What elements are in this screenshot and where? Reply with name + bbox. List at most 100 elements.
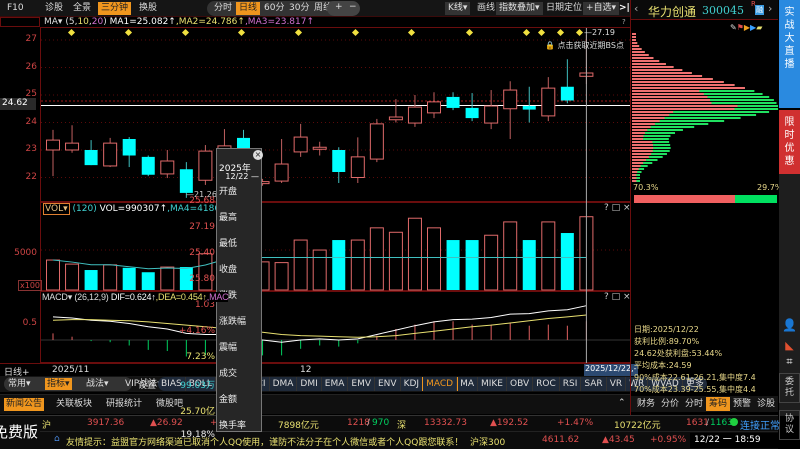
candle-body[interactable]	[503, 89, 518, 110]
right-panel-tab[interactable]: 分时	[682, 397, 706, 411]
crop-icon[interactable]: ⌗	[779, 356, 800, 367]
next-stock-button[interactable]: ›	[768, 2, 772, 15]
candle-body[interactable]	[388, 116, 403, 121]
right-panel-tab[interactable]: 预警	[730, 397, 754, 411]
candle-body[interactable]	[312, 146, 327, 150]
signal-diamond[interactable]	[465, 28, 474, 37]
chip-bar-profit	[632, 171, 638, 173]
chip-bar-profit	[632, 93, 704, 95]
index-row[interactable]: 沪 3917.36 ▲26.92 +0 7898亿元 1218/970 深 13…	[40, 416, 780, 432]
indicator-group-tab[interactable]: 指标▾	[45, 378, 72, 390]
signal-diamond[interactable]	[237, 28, 246, 37]
live-banner[interactable]: 实战大直播	[779, 0, 800, 108]
volume-bar	[46, 259, 60, 291]
candle-body[interactable]	[465, 107, 479, 119]
candle-body[interactable]	[122, 139, 136, 156]
candle-body[interactable]	[84, 150, 98, 166]
sz-amount: 10722亿元	[614, 421, 661, 431]
chip-cost-90: 90%成本22.61-26.21,集中度7.4	[634, 373, 756, 382]
chip-bar-profit	[632, 105, 738, 107]
chip-bar-profit	[632, 147, 654, 149]
candle-body[interactable]	[427, 101, 441, 114]
right-panel-tab[interactable]: 诊股	[754, 397, 778, 411]
indicator-item[interactable]: ENV	[375, 377, 401, 391]
tooltip-date: 12/22 —	[225, 172, 259, 181]
bs-hint[interactable]: 🔒 点击获取近期BS点	[545, 40, 624, 51]
indicator-item[interactable]: DMI	[297, 377, 322, 391]
macd-dif-value: DIF=0.624↑	[110, 292, 156, 302]
chip-bar-profit	[632, 150, 653, 152]
signal-diamond[interactable]	[556, 28, 565, 37]
alert-icon[interactable]: ◣	[779, 340, 800, 351]
signal-diamond[interactable]	[181, 28, 190, 37]
candle-body[interactable]	[160, 160, 175, 175]
collapse-icon[interactable]: ⌃	[618, 398, 626, 408]
kline-chart[interactable]	[0, 0, 631, 365]
close-icon[interactable]: ×	[253, 150, 263, 160]
candle-body[interactable]	[541, 87, 556, 117]
indicator-item[interactable]: DMA	[270, 377, 298, 391]
indicator-item[interactable]: EMA	[322, 377, 349, 391]
sh-name: 沪	[42, 421, 52, 431]
indicator-item[interactable]: EMV	[348, 377, 375, 391]
right-panel-tab[interactable]: 财务	[634, 397, 658, 411]
pane-controls[interactable]: ? □ ×	[604, 203, 631, 213]
candle-body[interactable]	[369, 123, 384, 160]
vol-indicator-select[interactable]: VOL▾	[43, 203, 70, 215]
news-tab[interactable]: 研报统计	[104, 398, 144, 411]
volume-bar	[141, 272, 155, 290]
signal-diamond[interactable]	[407, 28, 416, 37]
candle-body[interactable]	[293, 136, 308, 153]
indicator-group-tab[interactable]: 战法▾	[84, 378, 111, 390]
prev-stock-button[interactable]: ‹	[634, 2, 638, 15]
signal-diamond[interactable]	[124, 28, 133, 37]
notice-marquee[interactable]: 友情提示：益盟官方网络渠道已取消个人QQ使用，谨防不法分子在个人微信或者个人QQ…	[66, 435, 460, 448]
user-icon[interactable]: 👤	[779, 319, 800, 331]
candle-body[interactable]	[46, 139, 60, 151]
candle-body[interactable]	[332, 150, 346, 172]
settings-button[interactable]: 设置	[138, 378, 156, 391]
right-panel-tab[interactable]: 筹码	[706, 397, 731, 411]
signal-diamond[interactable]	[537, 28, 546, 37]
indicator-item[interactable]: OBV	[507, 377, 534, 391]
edition-label: 免费版	[0, 423, 38, 441]
indicator-item[interactable]: ROC	[533, 377, 560, 391]
date-tick: 12	[300, 365, 312, 375]
macd-pane-controls[interactable]: ? □ ×	[604, 292, 631, 302]
indicator-item[interactable]: KDJ	[401, 377, 424, 391]
candle-body[interactable]	[522, 106, 536, 110]
indicator-item[interactable]: RSI	[560, 377, 582, 391]
signal-diamond[interactable]	[351, 28, 360, 37]
indicator-item[interactable]: VR	[607, 377, 627, 391]
indicator-item[interactable]: MACD	[422, 377, 459, 391]
candle-body[interactable]	[65, 142, 80, 151]
chip-bar-profit	[632, 69, 683, 71]
volume-bar	[484, 234, 499, 291]
candle-body[interactable]	[198, 150, 213, 181]
signal-diamond[interactable]	[522, 28, 531, 37]
news-tab[interactable]: 新闻公告	[4, 398, 45, 411]
right-panel-tab[interactable]: 分价	[658, 397, 682, 411]
signal-diamond[interactable]	[294, 28, 303, 37]
candle-body[interactable]	[446, 96, 460, 108]
signal-diamond[interactable]	[67, 28, 76, 37]
protocol-button[interactable]: 协议	[779, 410, 800, 440]
indicator-group-tab[interactable]: 常用▾	[6, 378, 33, 390]
indicator-item[interactable]: SAR	[581, 377, 607, 391]
volume-bar	[503, 221, 518, 291]
candle-body[interactable]	[560, 86, 574, 101]
indicator-item[interactable]: MA	[457, 377, 478, 391]
signal-diamond[interactable]	[575, 28, 584, 37]
macd-indicator-select[interactable]: MACD▾	[42, 292, 72, 302]
candle-body[interactable]	[274, 163, 289, 182]
candle-body[interactable]	[350, 156, 365, 178]
news-tab[interactable]: 关联板块	[54, 398, 94, 411]
indicator-item[interactable]: MIKE	[478, 377, 507, 391]
candle-body[interactable]	[141, 156, 155, 175]
candle-body[interactable]	[103, 142, 118, 167]
promo-banner[interactable]: 限时优惠	[779, 110, 800, 174]
protocol-label: 协议	[784, 414, 794, 435]
candle-body[interactable]	[407, 106, 422, 124]
candle-body[interactable]	[484, 105, 499, 124]
entrust-button[interactable]: 委托	[779, 373, 800, 403]
